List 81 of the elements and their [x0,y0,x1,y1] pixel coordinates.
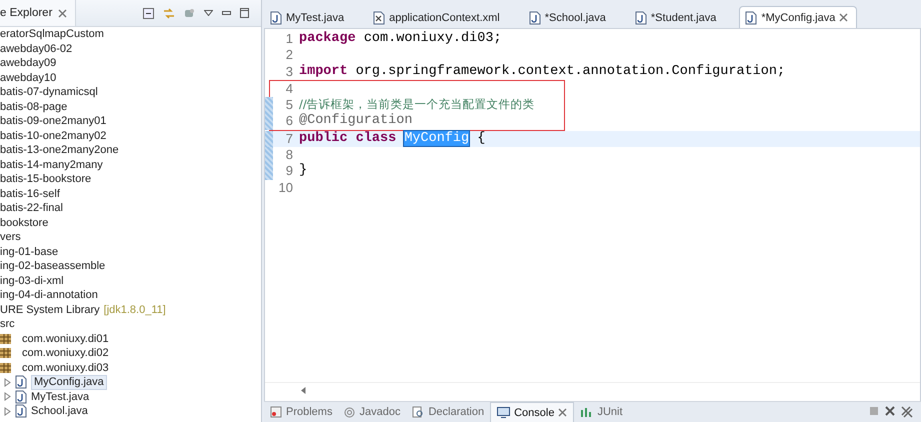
line-number: 2 [284,47,294,64]
package-icon [0,362,12,374]
view-tab[interactable]: Console [490,402,574,422]
tree-item[interactable]: com.woniuxy.di01 [22,332,109,345]
code-line: public class MyConfig { [299,130,486,148]
minimize-icon[interactable] [222,10,231,16]
java-file-icon [15,375,27,390]
tree-item[interactable]: batis-10-one2many02 [0,130,106,142]
editor-tab[interactable]: applicationContext.xml [367,6,509,28]
close-icon[interactable] [58,8,68,18]
tree-item[interactable]: batis-09-one2many01 [0,115,106,128]
tree-item[interactable]: batis-08-page [0,100,68,113]
tree-item[interactable]: bookstore [0,216,48,229]
tree-item[interactable]: batis-07-dynamicsql [0,86,98,98]
package-icon [0,347,12,360]
tree-item[interactable]: awebday10 [0,72,56,84]
package-icon [0,332,12,345]
view-tab[interactable]: Javadoc [338,402,406,422]
tree-item[interactable]: URE System Library [0,304,100,316]
line-number: 6 [284,113,294,130]
problems-icon [270,406,282,418]
view-tab[interactable]: Problems [264,402,338,422]
line-number: 1 [284,31,294,48]
tree-item[interactable]: awebday09 [0,57,56,70]
line-number: 9 [284,163,294,180]
editor-tab[interactable]: *MyConfig.java [739,6,858,28]
scroll-left-icon[interactable] [301,386,306,394]
line-number: 7 [284,130,294,148]
close-icon[interactable] [558,408,568,417]
maximize-icon[interactable] [240,8,249,18]
collapse-all-icon[interactable] [143,8,154,18]
java-file-icon [634,10,647,24]
code-line: import org.springframework.context.annotation.Configuration; [299,64,786,80]
tree-item[interactable]: ing-04-di-annotation [0,289,98,302]
tree-item-decoration: [jdk1.8.0_11] [104,304,166,316]
line-number: 3 [284,64,294,80]
close-icon[interactable] [839,13,848,22]
java-file-icon [528,10,541,24]
console-icon [497,407,510,418]
tree-item[interactable]: batis-22-final [0,202,63,214]
tree-item[interactable]: ing-02-baseassemble [0,260,106,272]
code-line: //告诉框架，当前类是一个充当配置文件的类 [299,96,535,113]
tree-item[interactable]: ing-03-di-xml [0,274,64,287]
tree-item[interactable]: vers [0,231,21,244]
view-tab[interactable]: JUnit [574,402,629,422]
editor-tab[interactable]: *School.java [522,6,615,28]
editor-tab[interactable]: *Student.java [628,6,726,28]
java-file-icon [270,10,282,24]
tree-item[interactable]: awebday06-02 [0,42,72,55]
view-tab[interactable]: Declaration [406,402,490,422]
java-file-icon [15,390,27,404]
tree-item[interactable]: com.woniuxy.di02 [22,347,109,360]
tree-item[interactable]: MyTest.java [31,390,90,403]
remove-icon[interactable] [885,406,895,416]
java-file-icon [745,10,758,24]
java-file-icon [15,404,27,418]
line-number: 5 [284,97,294,114]
tree-item[interactable]: batis-15-bookstore [0,173,92,186]
line-number: 10 [278,180,294,196]
line-number: 4 [284,80,294,98]
code-line: } [299,163,308,180]
tree-item[interactable]: MyConfig.java [31,374,107,390]
link-icon[interactable] [163,8,175,18]
tree-item[interactable]: ing-01-base [0,246,58,258]
junit-icon [580,406,594,418]
code-line: package com.woniuxy.di03; [299,31,502,48]
tree-item[interactable]: batis-13-one2many2one [0,144,119,156]
declaration-icon [412,406,424,418]
code-line: @Configuration [299,113,412,130]
xml-file-icon [373,10,386,24]
view-menu-icon[interactable] [204,10,213,16]
tree-item[interactable]: batis-16-self [0,188,60,200]
tree-item[interactable]: src [0,318,15,330]
remove-all-icon[interactable] [901,406,913,418]
at-sign-icon [344,406,356,418]
tree-item[interactable]: eratorSqlmapCustom [0,28,104,40]
tree-item[interactable]: com.woniuxy.di03 [22,362,109,374]
tree-item[interactable]: School.java [31,405,88,418]
editor-tab[interactable]: MyTest.java [264,6,354,28]
tree-item[interactable]: batis-14-many2many [0,158,103,171]
line-number: 8 [284,147,294,164]
